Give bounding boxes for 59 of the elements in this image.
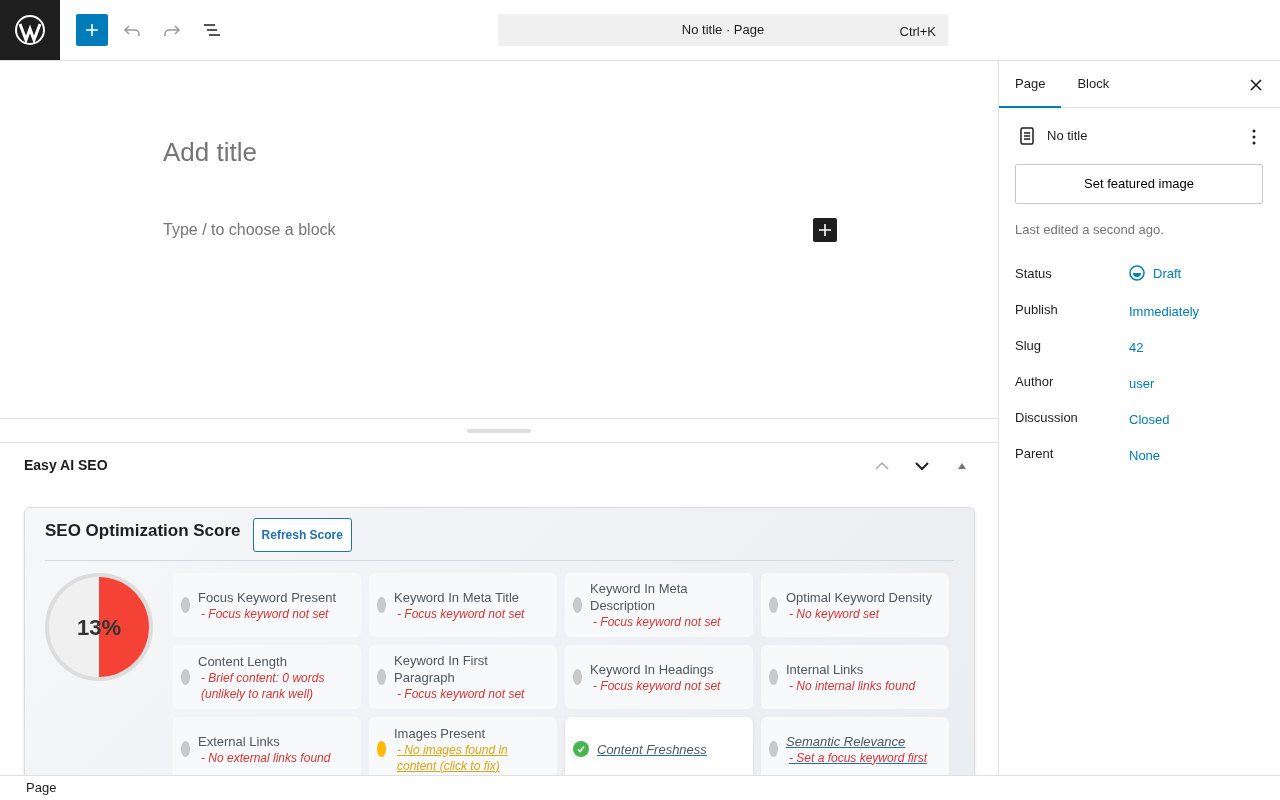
field-label: Slug [1015,336,1043,355]
check-label: Keyword In Headings [590,660,715,678]
check-detail: - No internal links found [788,677,916,694]
field-label: Status [1015,264,1053,283]
check-detail: - Focus keyword not set [592,677,721,694]
chevron-down-icon [914,460,930,471]
more-icon [1252,128,1256,145]
shortcut-hint: Ctrl+K [899,23,936,41]
set-featured-image-button[interactable]: Set featured image [1015,164,1263,204]
close-icon [1250,78,1262,91]
plus-icon [85,23,99,37]
check-label: Content Length [198,652,288,670]
page-title: No title [1047,127,1089,146]
check-label: External Links [198,732,281,750]
check-label: Optimal Keyword Density [786,588,932,606]
field-value-link[interactable]: Immediately [1129,301,1200,321]
triangle-icon [957,461,967,470]
check-link[interactable]: - Set a focus keyword first [786,749,928,766]
title-placeholder[interactable]: Add title [163,133,998,172]
seo-score-heading: SEO Optimization Score [45,520,241,542]
chevron-up-icon [874,460,890,471]
field-value-link[interactable]: Draft [1129,263,1182,283]
wordpress-logo[interactable] [15,15,45,45]
check-label: Keyword In First Paragraph [394,652,489,686]
check-detail: - Focus keyword not set [592,614,722,630]
add-block-button[interactable] [813,218,837,242]
sidebar-tab[interactable]: Block [1061,61,1126,108]
field-label: Discussion [1015,408,1079,427]
field-value-link[interactable]: None [1129,445,1161,465]
field-label: Parent [1015,444,1055,463]
check-detail: - Focus keyword not set [396,686,526,702]
check-label: Images Present [394,724,487,742]
check-link[interactable]: Semantic Relevance [786,732,928,750]
check-detail: - Brief content: 0 words (unlikely to rank well) [200,669,326,702]
check-label: Keyword In Meta Title [394,588,520,606]
field-label: Publish [1015,300,1059,319]
block-placeholder[interactable]: Type / to choose a block [163,218,813,242]
check-label: Keyword In Meta Description [590,580,689,614]
check-label: Focus Keyword Present [198,588,336,606]
check-detail: - No keyword set [788,605,881,622]
last-edited-text: Last edited a second ago. [1015,221,1165,239]
field-label: Author [1015,372,1055,391]
breadcrumb[interactable]: Page [26,778,57,798]
check-link[interactable]: Content Freshness [597,740,707,758]
check-icon [573,741,589,757]
field-value-link[interactable]: Closed [1129,409,1170,429]
plus-icon [819,224,831,236]
sidebar-tab[interactable]: Page [999,61,1062,108]
field-value-link[interactable]: 42 [1129,337,1144,357]
check-label: Internal Links [786,660,865,678]
check-detail: - No external links found [200,749,331,766]
check-detail: - Focus keyword not set [200,605,330,622]
command-bar[interactable]: No title · Page Ctrl+K [498,14,948,46]
draft-status-icon [1129,265,1145,282]
field-value-link[interactable]: user [1129,373,1155,393]
refresh-score-button[interactable]: Refresh Score [252,518,352,552]
meta-box-title: Easy AI SEO [24,455,109,475]
resize-handle[interactable] [467,428,531,433]
check-detail: - Focus keyword not set [396,605,525,622]
